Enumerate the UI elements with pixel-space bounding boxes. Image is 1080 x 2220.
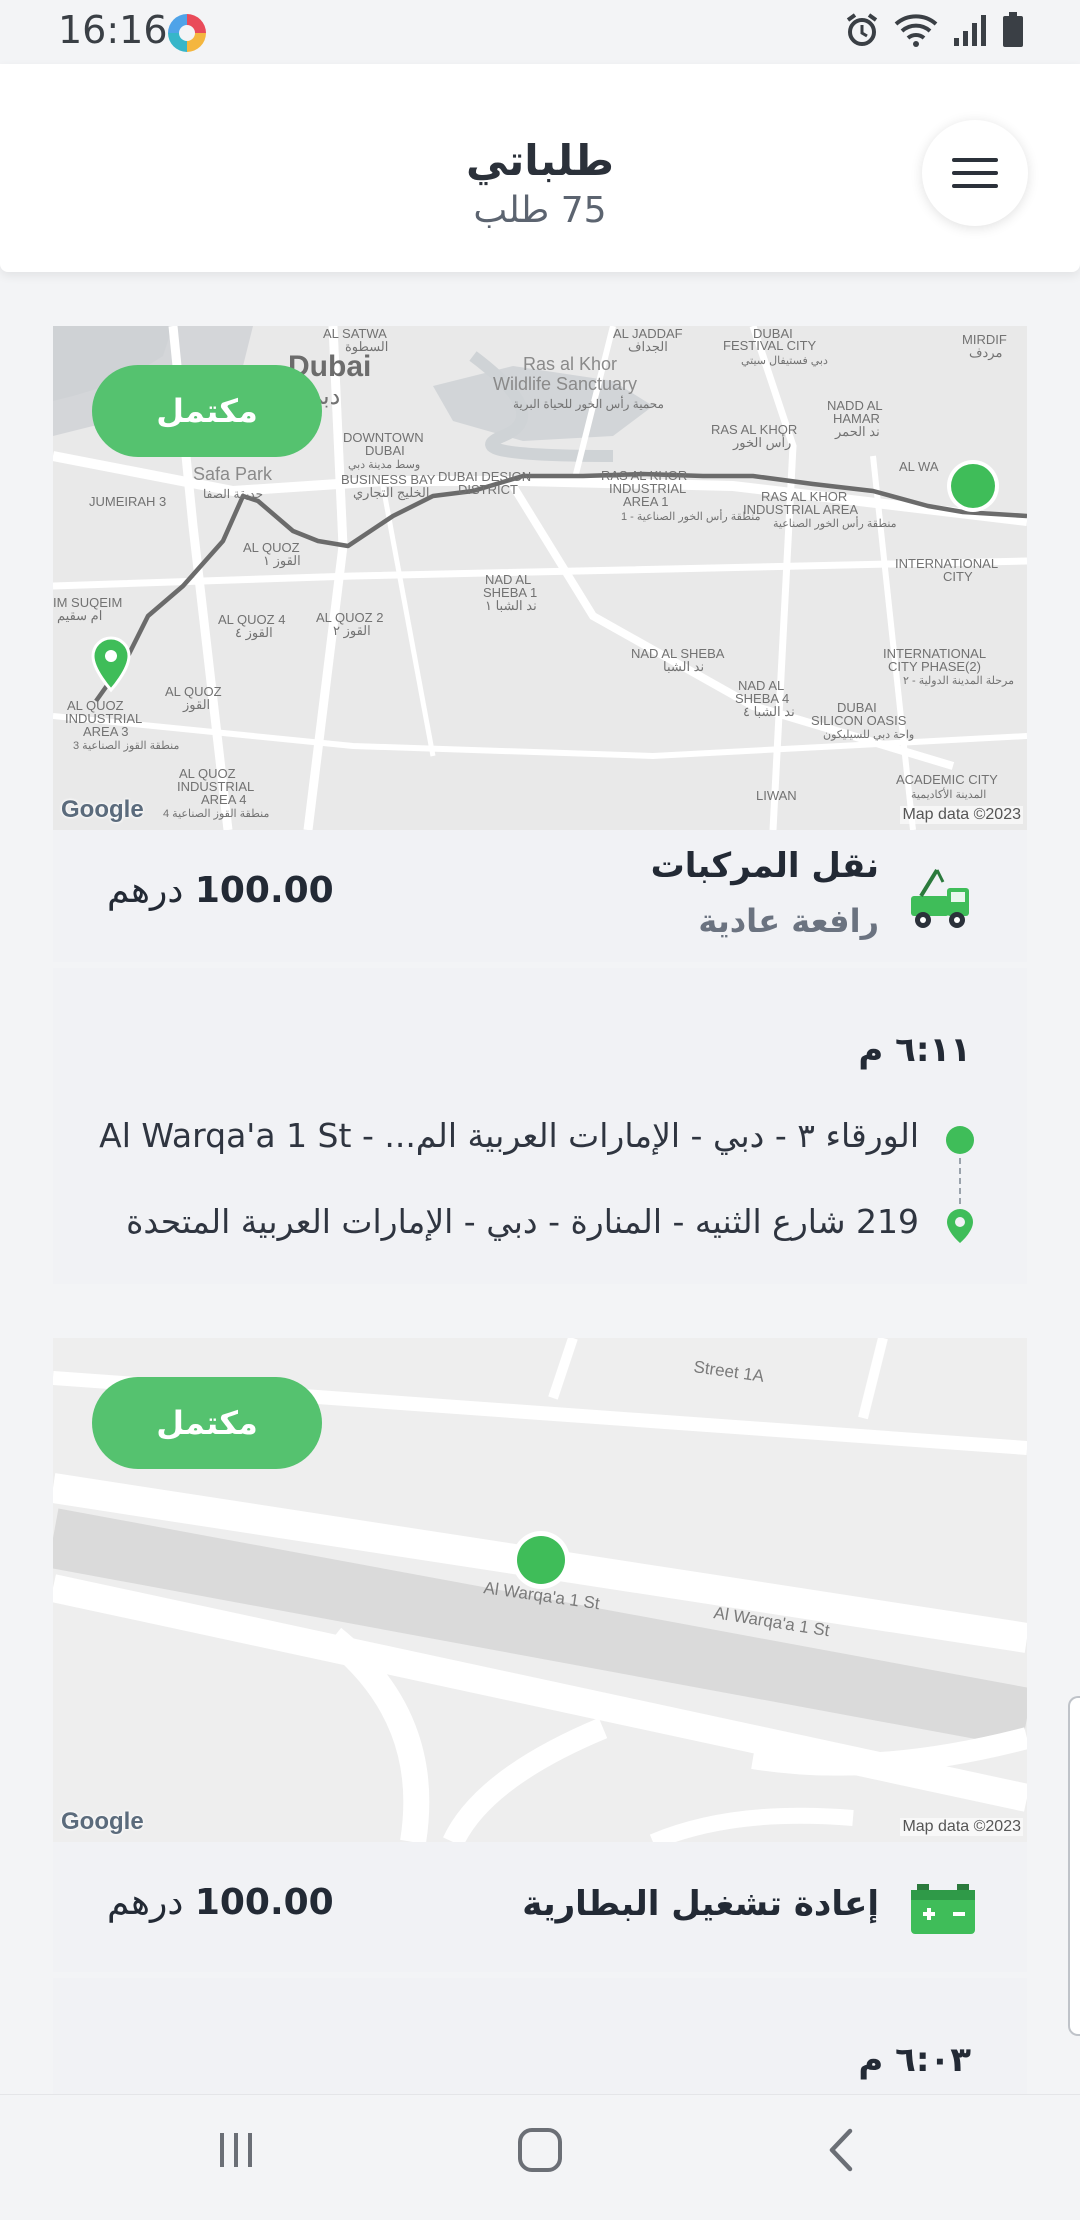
pickup-dot-icon — [946, 1126, 974, 1154]
svg-text:وسط مدينة دبي: وسط مدينة دبي — [348, 459, 420, 471]
service-title: نقل المركبات — [650, 846, 879, 886]
svg-text:المدينة الأكاديمية: المدينة الأكاديمية — [911, 787, 986, 801]
dropoff-pin-icon — [947, 1209, 973, 1243]
menu-button[interactable] — [922, 120, 1028, 226]
svg-text:INDUSTRIAL AREA: INDUSTRIAL AREA — [743, 502, 858, 517]
hamburger-menu-icon — [952, 158, 998, 188]
svg-text:Safa Park: Safa Park — [193, 464, 273, 484]
svg-text:منطقة رأس الخور الصناعية - 1: منطقة رأس الخور الصناعية - 1 — [621, 509, 761, 523]
svg-text:رأس الخور: رأس الخور — [732, 434, 791, 451]
orders-count: 75 طلب — [473, 190, 607, 231]
svg-text:مرحلة المدينة الدولية - ٢: مرحلة المدينة الدولية - ٢ — [903, 675, 1014, 687]
svg-text:JUMEIRAH 3: JUMEIRAH 3 — [89, 494, 166, 509]
order-card[interactable]: AL SATWA السطوة AL JADDAF الجداف DUBAI F… — [53, 326, 1027, 1284]
svg-text:حديقة الصفا: حديقة الصفا — [203, 487, 263, 501]
google-logo: Google — [61, 1808, 144, 1835]
system-nav-bar — [0, 2094, 1080, 2220]
location-map[interactable]: Street 1A Al Warqa'a 1 St Al Warqa'a 1 S… — [53, 1338, 1027, 1842]
svg-text:FESTIVAL CITY: FESTIVAL CITY — [723, 338, 817, 353]
svg-text:AREA 4: AREA 4 — [201, 792, 247, 807]
map-attribution: Map data ©2023 — [900, 1818, 1023, 1836]
svg-text:AREA 3: AREA 3 — [83, 724, 129, 739]
svg-text:CITY: CITY — [943, 569, 973, 584]
dropoff-address: 219 شارع الثنيه - المنارة - دبي - الإمار… — [126, 1202, 919, 1241]
signal-icon — [954, 15, 986, 46]
svg-text:DISTRICT: DISTRICT — [458, 482, 518, 497]
price-amount: 100.00 — [194, 1882, 334, 1923]
status-icons — [844, 12, 1024, 48]
scroll-handle[interactable] — [1068, 1696, 1080, 2036]
svg-text:منطقة القوز الصناعية 3: منطقة القوز الصناعية 3 — [73, 740, 179, 752]
svg-text:القوز ٤: القوز ٤ — [235, 625, 273, 641]
location-map-dot-icon — [512, 1531, 570, 1589]
route-connector — [959, 1158, 961, 1204]
svg-text:Ras al Khor: Ras al Khor — [523, 354, 617, 374]
app-header: طلباتي 75 طلب — [0, 64, 1080, 272]
order-time: ٦:١١ م — [858, 1030, 971, 1070]
wifi-icon — [894, 14, 938, 47]
svg-text:ند الشبا: ند الشبا — [663, 659, 704, 674]
google-logo: Google — [61, 796, 144, 823]
svg-text:Wildlife Sanctuary: Wildlife Sanctuary — [493, 374, 637, 394]
status-badge: مكتمل — [92, 365, 322, 457]
svg-text:AREA 1: AREA 1 — [623, 494, 669, 509]
svg-text:محمية رأس الخور للحياة البرية: محمية رأس الخور للحياة البرية — [513, 396, 664, 411]
svg-text:القوز ١: القوز ١ — [263, 553, 301, 569]
price: 100.00 درهم — [107, 870, 334, 911]
service-title: إعادة تشغيل البطارية — [522, 1884, 879, 1924]
pickup-map-dot-icon — [947, 460, 999, 512]
status-time: 16:16 — [58, 8, 168, 52]
price-amount: 100.00 — [194, 870, 334, 911]
svg-text:القوز: القوز — [182, 697, 210, 713]
route-map[interactable]: AL SATWA السطوة AL JADDAF الجداف DUBAI F… — [53, 326, 1027, 830]
svg-text:CITY PHASE(2): CITY PHASE(2) — [888, 659, 981, 674]
price-currency: درهم — [107, 870, 184, 911]
svg-text:ند الحمر: ند الحمر — [834, 424, 880, 440]
alarm-icon — [846, 13, 878, 46]
service-row: نقل المركبات رافعة عادية 100.00 درهم — [53, 830, 1027, 962]
back-button[interactable] — [820, 2125, 864, 2175]
status-bar: 16:16 — [0, 0, 1080, 64]
svg-text:SILICON OASIS: SILICON OASIS — [811, 713, 907, 728]
order-details: ٦:١١ م الورقاء ٣ - دبي - الإمارات العربي… — [53, 968, 1027, 1284]
page-title: طلباتي — [466, 136, 614, 185]
svg-text:واحة دبي للسيليكون: واحة دبي للسيليكون — [823, 729, 914, 741]
recent-apps-button[interactable] — [214, 2125, 258, 2175]
tow-truck-icon — [911, 868, 969, 928]
battery-icon — [1003, 12, 1023, 47]
svg-text:دبي فستيفال سيتي: دبي فستيفال سيتي — [741, 355, 828, 367]
svg-text:منطقة رأس الخور الصناعية: منطقة رأس الخور الصناعية — [773, 516, 897, 530]
svg-text:القوز ٢: القوز ٢ — [333, 623, 371, 639]
svg-text:منطقة القوز الصناعية 4: منطقة القوز الصناعية 4 — [163, 808, 269, 820]
svg-text:ام سقيم: ام سقيم — [57, 608, 102, 624]
home-button[interactable] — [515, 2125, 565, 2175]
svg-text:AL WA: AL WA — [899, 459, 939, 474]
svg-text:الخليج التجاري: الخليج التجاري — [353, 485, 430, 501]
order-time: ٦:٠٣ م — [858, 2040, 971, 2080]
price: 100.00 درهم — [107, 1882, 334, 1923]
svg-text:ACADEMIC CITY: ACADEMIC CITY — [896, 772, 998, 787]
price-currency: درهم — [107, 1882, 184, 1923]
svg-text:DUBAI: DUBAI — [365, 443, 405, 458]
svg-text:ند الشبا ٤: ند الشبا ٤ — [743, 704, 795, 719]
svg-text:الجداف: الجداف — [628, 339, 668, 354]
svg-text:ند الشبا ١: ند الشبا ١ — [485, 598, 537, 613]
svg-text:LIWAN: LIWAN — [756, 788, 797, 803]
map-attribution: Map data ©2023 — [900, 806, 1023, 824]
service-subtitle: رافعة عادية — [698, 902, 879, 940]
order-details: ٦:٠٣ م — [53, 1978, 1027, 2094]
car-battery-icon — [911, 1884, 975, 1934]
pickup-address: الورقاء ٣ - دبي - الإمارات العربية الم..… — [99, 1116, 919, 1155]
svg-text:مردف: مردف — [969, 345, 1002, 361]
status-badge: مكتمل — [92, 1377, 322, 1469]
service-row: إعادة تشغيل البطارية 100.00 درهم — [53, 1842, 1027, 1972]
app-notification-icon — [168, 14, 206, 52]
order-card[interactable]: Street 1A Al Warqa'a 1 St Al Warqa'a 1 S… — [53, 1338, 1027, 2094]
